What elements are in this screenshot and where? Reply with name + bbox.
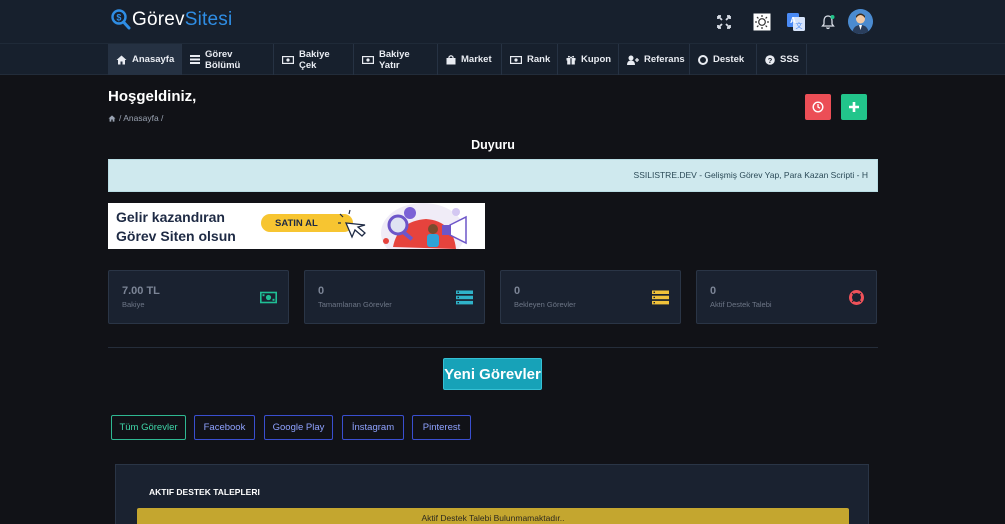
stat-value: 0 (710, 285, 717, 297)
announcement-marquee: SSILISTRE.DEV - Gelişmiş Görev Yap, Para… (108, 159, 878, 192)
banner-illustration (338, 203, 467, 249)
breadcrumb-path[interactable]: / Anasayfa / (119, 113, 163, 123)
nav-label: Görev Bölümü (205, 48, 241, 71)
promo-banner[interactable]: Gelir kazandıran Görev Siten olsun SATIN… (108, 203, 485, 249)
main-nav: Anasayfa Görev Bölümü Bakiye Çek Bakiye … (0, 44, 1005, 75)
nav-label: Market (461, 54, 492, 65)
site-logo[interactable]: $ Görev Sitesi (111, 9, 232, 31)
nav-label: Destek (713, 54, 745, 65)
shopping-bag-icon (446, 54, 456, 64)
question-icon: ? (765, 54, 775, 65)
add-button[interactable] (841, 94, 867, 120)
nav-item-referans[interactable]: Referans (619, 44, 690, 75)
stat-card-pending: 0 Bekleyen Görevler (500, 270, 681, 324)
announcement-text: SSILISTRE.DEV - Gelişmiş Görev Yap, Para… (633, 170, 868, 180)
nav-item-gorev-bolumu[interactable]: Görev Bölümü (182, 44, 274, 75)
stat-card-support: 0 Aktif Destek Talebi (696, 270, 877, 324)
stat-label: Aktif Destek Talebi (710, 300, 772, 309)
money-icon (510, 55, 522, 64)
page-title: Hoşgeldiniz, (108, 88, 197, 105)
top-bar: $ Görev Sitesi A 文 (0, 0, 1005, 44)
nav-label: Rank (527, 54, 551, 65)
svg-text:?: ? (768, 56, 773, 65)
filter-all-tasks[interactable]: Tüm Görevler (111, 415, 186, 440)
user-avatar[interactable] (848, 9, 873, 34)
home-icon (116, 55, 127, 64)
search-dollar-icon: $ (111, 9, 131, 31)
clock-icon (812, 101, 824, 113)
nav-item-market[interactable]: Market (438, 44, 502, 75)
support-panel: AKTIF DESTEK TALEPLERI Aktif Destek Tale… (115, 464, 869, 524)
section-divider (108, 347, 878, 348)
money-icon (362, 55, 374, 64)
nav-label: SSS (780, 54, 800, 65)
nav-item-bakiye-yatir[interactable]: Bakiye Yatır (354, 44, 438, 75)
filter-google-play[interactable]: Google Play (264, 415, 333, 440)
plus-icon (849, 102, 859, 112)
support-empty-alert: Aktif Destek Talebi Bulunmamaktadır.. (137, 508, 849, 524)
new-tasks-button[interactable]: Yeni Görevler (443, 358, 542, 390)
list-icon (190, 55, 200, 64)
money-icon (282, 55, 294, 64)
filter-instagram[interactable]: İnstagram (342, 415, 404, 440)
announcement-title: Duyuru (471, 138, 515, 152)
filter-pinterest[interactable]: Pinterest (412, 415, 471, 440)
breadcrumb: / Anasayfa / (108, 113, 163, 123)
gift-icon (566, 55, 576, 64)
nav-item-anasayfa[interactable]: Anasayfa (108, 44, 182, 75)
nav-label: Referans (644, 54, 685, 65)
logo-text-part1: Görev (132, 9, 185, 30)
support-panel-title: AKTIF DESTEK TALEPLERI (149, 487, 260, 497)
pending-tasks-icon (652, 290, 669, 305)
money-bill-icon (260, 291, 277, 304)
banner-line1: Gelir kazandıran (116, 209, 225, 225)
banner-line2: Görev Siten olsun (116, 228, 236, 244)
home-icon[interactable] (108, 114, 116, 122)
theme-toggle-icon[interactable] (751, 11, 773, 33)
stat-card-balance: 7.00 TL Bakiye (108, 270, 289, 324)
timer-button[interactable] (805, 94, 831, 120)
filter-facebook[interactable]: Facebook (194, 415, 255, 440)
fullscreen-icon[interactable] (713, 11, 735, 33)
nav-item-bakiye-cek[interactable]: Bakiye Çek (274, 44, 354, 75)
translate-icon[interactable]: A 文 (785, 11, 807, 33)
nav-label: Bakiye Çek (299, 48, 330, 71)
nav-item-rank[interactable]: Rank (502, 44, 558, 75)
stat-value: 0 (514, 285, 521, 297)
stat-card-completed: 0 Tamamlanan Görevler (304, 270, 485, 324)
stat-value: 7.00 TL (122, 285, 160, 297)
nav-item-kupon[interactable]: Kupon (558, 44, 619, 75)
tasks-icon (456, 290, 473, 305)
lifebuoy-icon (698, 54, 708, 65)
user-plus-icon (627, 55, 639, 65)
stat-label: Bekleyen Görevler (514, 300, 576, 309)
nav-label: Bakiye Yatır (379, 48, 410, 71)
nav-item-destek[interactable]: Destek (690, 44, 757, 75)
stat-label: Tamamlanan Görevler (318, 300, 392, 309)
nav-item-sss[interactable]: ? SSS (757, 44, 807, 75)
stat-label: Bakiye (122, 300, 145, 309)
nav-label: Anasayfa (132, 54, 175, 65)
svg-text:文: 文 (796, 21, 803, 30)
lifebuoy-icon (849, 290, 864, 305)
nav-label: Kupon (581, 54, 612, 65)
bell-icon[interactable] (817, 11, 839, 33)
stat-value: 0 (318, 285, 325, 297)
logo-text-part2: Sitesi (184, 9, 233, 30)
svg-text:$: $ (116, 13, 121, 23)
